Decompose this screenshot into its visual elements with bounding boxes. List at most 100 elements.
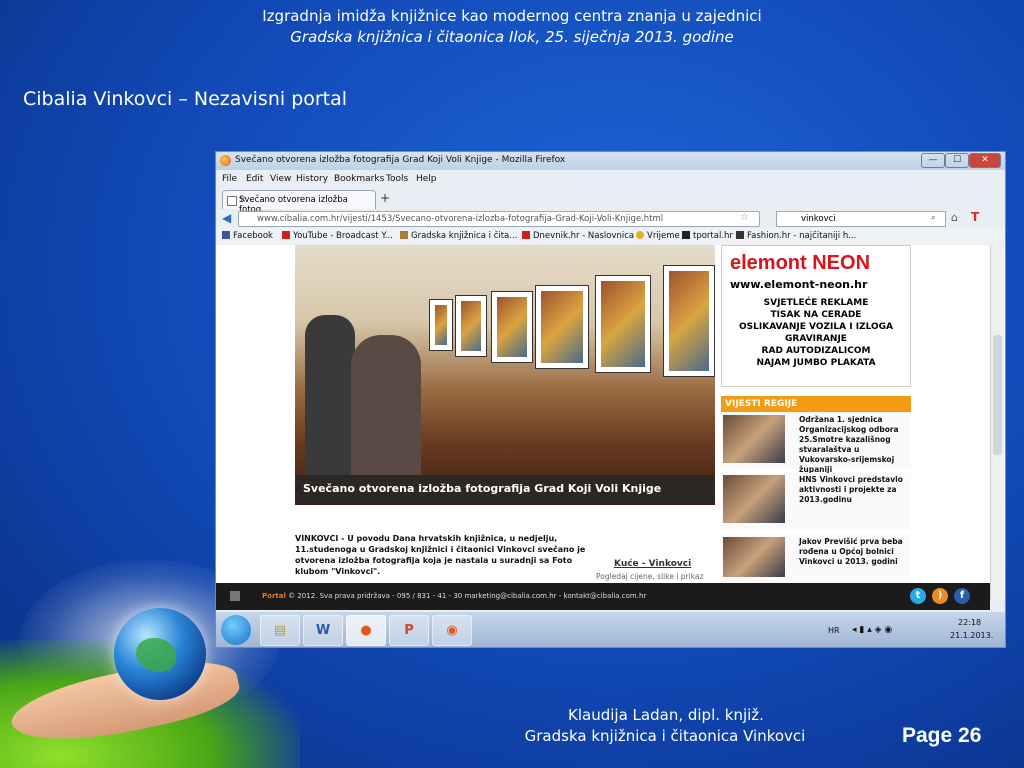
tab-close-icon[interactable]: × <box>239 195 247 205</box>
footer-home-icon[interactable] <box>230 591 240 601</box>
home-icon[interactable]: ⌂ <box>951 211 958 224</box>
framed-photo <box>535 285 589 369</box>
exhibition-photo[interactable] <box>295 245 715 505</box>
close-button[interactable]: ✕ <box>969 153 1001 168</box>
browser-screenshot: Svečano otvorena izložba fotografija Gra… <box>215 151 1006 648</box>
tab-strip: Svečano otvorena izložba fotog... × + <box>216 189 1005 215</box>
page-icon <box>227 196 237 206</box>
institution-line: Gradska knjižnica i čitaonica Vinkovci <box>524 727 806 745</box>
bookmark-vrijeme[interactable]: Vrijeme <box>636 231 680 241</box>
kuce-link[interactable]: Kuće - Vinkovci <box>614 559 691 569</box>
article-lead: VINKOVCI - U povodu Dana hrvatskih knjiž… <box>295 534 586 576</box>
ad-line: SVJETLEĆE REKLAME <box>763 298 869 308</box>
weather-icon <box>636 231 644 239</box>
vertical-scrollbar[interactable] <box>990 245 1004 600</box>
library-icon <box>400 231 408 239</box>
dnevnik-icon <box>522 231 530 239</box>
ad-website: www.elemont-neon.hr <box>730 278 868 291</box>
bookmark-youtube[interactable]: YouTube - Broadcast Y... <box>282 231 393 241</box>
ad-line: NAJAM JUMBO PLAKATA <box>756 358 876 368</box>
address-bar[interactable]: www.cibalia.com.hr/vijesti/1453/Svecano-… <box>238 211 760 227</box>
slide-title: Cibalia Vinkovci – Nezavisni portal <box>23 88 348 110</box>
footer-text: Portal © 2012. Sva prava pridržava - 095… <box>262 592 647 600</box>
search-icon[interactable]: ⌕ <box>931 213 936 223</box>
menu-help[interactable]: Help <box>416 174 437 184</box>
visitor-figure <box>351 335 421 475</box>
bookmark-gradska[interactable]: Gradska knjižnica i čita... <box>400 231 517 241</box>
tportal-icon <box>682 231 690 239</box>
news-item[interactable]: Održana 1. sjednica Organizacijskog odbo… <box>721 413 911 474</box>
bookmark-dnevnik[interactable]: Dnevnik.hr - Naslovnica <box>522 231 634 241</box>
clock-date[interactable]: 21.1.2013. <box>950 631 993 640</box>
back-arrow-icon[interactable]: ◀ <box>222 211 231 225</box>
navigation-bar: ◀ www.cibalia.com.hr/vijesti/1453/Svecan… <box>216 210 1005 227</box>
browser-tab[interactable]: Svečano otvorena izložba fotog... × <box>222 190 376 215</box>
maximize-button[interactable]: ☐ <box>945 153 969 168</box>
kuce-subtext: Pogledaj cijene, slike i prikaz <box>596 572 704 581</box>
search-value: vinkovci <box>801 214 836 224</box>
rss-icon[interactable]: ) <box>932 588 948 604</box>
bookmark-tportal[interactable]: tportal.hr <box>682 231 733 241</box>
minimize-button[interactable]: — <box>921 153 945 168</box>
ad-line: TISAK NA CERADE <box>770 310 862 320</box>
web-page: Svečano otvorena izložba fotografija Gra… <box>216 245 1005 600</box>
twitter-icon[interactable]: t <box>910 588 926 604</box>
menu-tools[interactable]: Tools <box>386 174 408 184</box>
news-item[interactable]: HNS Vinkovci predstavio aktivnosti i pro… <box>721 473 911 529</box>
window-title: Svečano otvorena izložba fotografija Gra… <box>235 155 566 165</box>
search-input[interactable]: vinkovci ⌕ <box>776 211 946 227</box>
bookmark-fashion[interactable]: Fashion.hr - najčitaniji h... <box>736 231 856 241</box>
news-item-text: Jakov Previšić prva beba rođena u Općoj … <box>799 537 903 566</box>
t-addon-icon[interactable]: T <box>971 210 979 224</box>
firefox-taskbar-icon[interactable]: ● <box>346 615 386 646</box>
photo-caption-bar: Svečano otvorena izložba fotografija Gra… <box>295 475 715 503</box>
scroll-thumb[interactable] <box>993 335 1002 455</box>
menu-file[interactable]: File <box>222 174 237 184</box>
framed-photo <box>429 299 453 351</box>
start-button[interactable] <box>221 615 251 645</box>
fashion-icon <box>736 231 744 239</box>
news-item-text: HNS Vinkovci predstavio aktivnosti i pro… <box>799 475 903 504</box>
menu-bookmarks[interactable]: Bookmarks <box>334 174 384 184</box>
slide-header-line2: Gradska knjižnica i čitaonica Ilok, 25. … <box>290 28 734 46</box>
bookmarks-bar: Facebook YouTube - Broadcast Y... Gradsk… <box>216 228 1005 244</box>
photo-caption: Svečano otvorena izložba fotografija Gra… <box>303 482 662 495</box>
news-heading: VIJESTI REGIJE <box>721 396 911 412</box>
bookmark-facebook[interactable]: Facebook <box>222 231 273 241</box>
framed-photo <box>455 295 487 357</box>
tray-icons[interactable]: ◂ ▮ ▴ ◈ ◉ <box>852 625 892 635</box>
news-thumbnail <box>723 537 785 577</box>
address-url: www.cibalia.com.hr/vijesti/1453/Svecano-… <box>257 214 664 224</box>
new-tab-button[interactable]: + <box>378 192 392 206</box>
ad-line: OSLIKAVANJE VOZILA I IZLOGA <box>739 322 893 332</box>
menu-history[interactable]: History <box>296 174 328 184</box>
youtube-icon <box>282 231 290 239</box>
visitor-figure <box>305 315 355 475</box>
app-icon[interactable]: ◉ <box>432 615 472 646</box>
facebook-icon[interactable]: f <box>954 588 970 604</box>
ad-logo: elemont NEON <box>730 252 871 274</box>
news-thumbnail <box>723 475 785 523</box>
powerpoint-icon[interactable]: P <box>389 615 429 646</box>
explorer-icon[interactable]: ▤ <box>260 615 300 646</box>
windows-taskbar: ▤ W ● P ◉ HR ◂ ▮ ▴ ◈ ◉ 22:18 21.1.2013. <box>216 612 1005 647</box>
site-footer: Portal © 2012. Sva prava pridržava - 095… <box>216 583 990 610</box>
word-icon[interactable]: W <box>303 615 343 646</box>
bookmark-star-icon[interactable]: ☆ <box>740 212 749 223</box>
menu-edit[interactable]: Edit <box>246 174 263 184</box>
author-line: Klaudija Ladan, dipl. knjiž. <box>568 706 764 724</box>
news-item-text: Održana 1. sjednica Organizacijskog odbo… <box>799 415 899 474</box>
menu-view[interactable]: View <box>270 174 291 184</box>
framed-photo <box>595 275 651 373</box>
ad-line: GRAVIRANJE <box>785 334 847 344</box>
facebook-icon <box>222 231 230 239</box>
clock-time[interactable]: 22:18 <box>958 618 981 627</box>
news-thumbnail <box>723 415 785 463</box>
language-indicator[interactable]: HR <box>828 626 840 635</box>
globe-icon <box>114 608 206 700</box>
window-titlebar: Svečano otvorena izložba fotografija Gra… <box>216 152 1005 170</box>
framed-photo <box>663 265 715 377</box>
firefox-icon <box>220 155 231 166</box>
elemont-neon-ad[interactable]: elemont NEON www.elemont-neon.hr SVJETLE… <box>721 245 911 387</box>
news-item[interactable]: Jakov Previšić prva beba rođena u Općoj … <box>721 535 911 583</box>
